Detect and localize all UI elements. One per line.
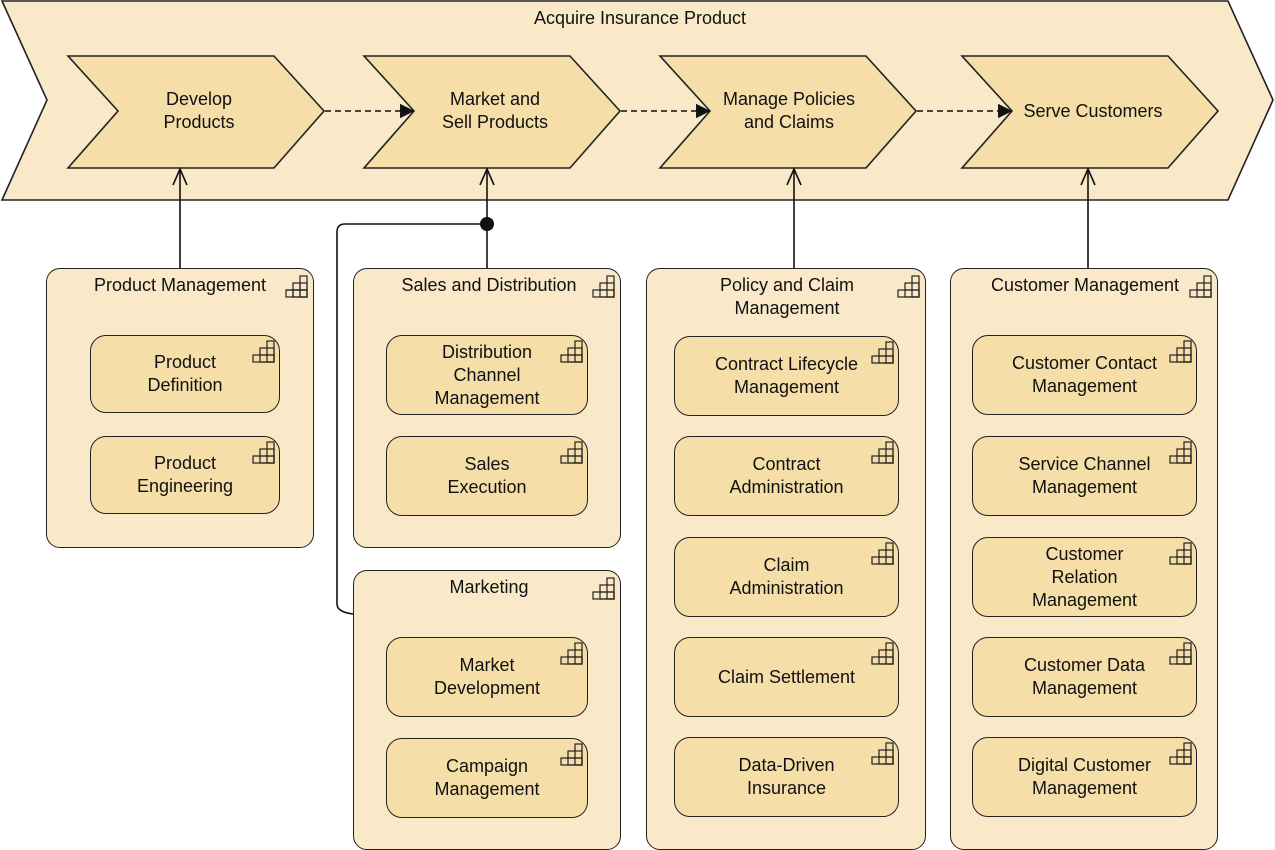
capability-icon xyxy=(871,642,894,665)
stage-label: Manage Policies and Claims xyxy=(722,89,856,132)
group-product-management[interactable]: Product Management Product Definition Pr… xyxy=(46,268,314,548)
capability-icon xyxy=(1169,441,1192,464)
capability-label: Campaign Management xyxy=(434,756,540,799)
capability-icon xyxy=(252,441,275,464)
capability-icon xyxy=(252,340,275,363)
capability-icon xyxy=(1169,742,1192,765)
capability-box[interactable]: Distribution Channel Management xyxy=(386,335,588,415)
capability-box[interactable]: Contract Lifecycle Management xyxy=(674,336,899,416)
capability-icon xyxy=(897,275,920,298)
group-policy-and-claim-management[interactable]: Policy and Claim Management Contract Lif… xyxy=(646,268,926,850)
capability-icon xyxy=(560,340,583,363)
capability-icon xyxy=(871,542,894,565)
capability-box[interactable]: Customer Relation Management xyxy=(972,537,1197,617)
capability-icon xyxy=(560,743,583,766)
capability-box[interactable]: Contract Administration xyxy=(674,436,899,516)
capability-box[interactable]: Market Development xyxy=(386,637,588,717)
capability-label: Product Engineering xyxy=(136,453,234,496)
group-title: Customer Management xyxy=(990,275,1180,295)
capability-label: Customer Data Management xyxy=(1023,655,1146,698)
capability-label: Digital Customer Management xyxy=(1017,755,1152,798)
group-title: Policy and Claim Management xyxy=(719,275,855,318)
stage-label: Market and Sell Products xyxy=(441,89,549,132)
capability-label: Product Definition xyxy=(147,352,223,395)
capability-box[interactable]: Product Definition xyxy=(90,335,280,413)
capability-icon xyxy=(871,742,894,765)
group-marketing[interactable]: Marketing Market Development Campaign Ma… xyxy=(353,570,621,850)
capability-icon xyxy=(592,275,615,298)
capability-icon xyxy=(1169,642,1192,665)
capability-label: Contract Administration xyxy=(729,454,844,497)
capability-icon xyxy=(1189,275,1212,298)
capability-box[interactable]: Service Channel Management xyxy=(972,436,1197,516)
capability-label: Customer Relation Management xyxy=(1031,543,1138,610)
capability-label: Service Channel Management xyxy=(1018,454,1151,497)
stage-label: Serve Customers xyxy=(1023,100,1163,121)
capability-icon xyxy=(560,642,583,665)
capability-label: Claim Settlement xyxy=(717,666,856,687)
capability-icon xyxy=(592,577,615,600)
group-title: Product Management xyxy=(93,275,267,295)
capability-box[interactable]: Customer Data Management xyxy=(972,637,1197,717)
group-sales-and-distribution[interactable]: Sales and Distribution Distribution Chan… xyxy=(353,268,621,548)
group-title: Marketing xyxy=(449,577,529,597)
capability-icon xyxy=(560,441,583,464)
value-stream-title: Acquire Insurance Product xyxy=(533,7,747,28)
group-title: Sales and Distribution xyxy=(401,275,577,295)
capability-box[interactable]: Sales Execution xyxy=(386,436,588,516)
capability-box[interactable]: Product Engineering xyxy=(90,436,280,514)
capability-label: Claim Administration xyxy=(729,555,844,598)
capability-box[interactable]: Digital Customer Management xyxy=(972,737,1197,817)
capability-box[interactable]: Data-Driven Insurance xyxy=(674,737,899,817)
stage-label: Develop Products xyxy=(163,89,235,132)
capability-icon xyxy=(285,275,308,298)
capability-box[interactable]: Claim Administration xyxy=(674,537,899,617)
group-customer-management[interactable]: Customer Management Customer Contact Man… xyxy=(950,268,1218,850)
capability-label: Market Development xyxy=(433,655,541,698)
capability-label: Contract Lifecycle Management xyxy=(714,354,859,397)
capability-box[interactable]: Campaign Management xyxy=(386,738,588,818)
capability-icon xyxy=(871,441,894,464)
capability-icon xyxy=(1169,542,1192,565)
capability-icon xyxy=(1169,340,1192,363)
capability-label: Customer Contact Management xyxy=(1011,353,1158,396)
capability-box[interactable]: Customer Contact Management xyxy=(972,335,1197,415)
capability-label: Distribution Channel Management xyxy=(434,341,540,408)
capability-label: Sales Execution xyxy=(447,454,527,497)
junction-dot xyxy=(480,217,494,231)
capability-icon xyxy=(871,341,894,364)
capability-box[interactable]: Claim Settlement xyxy=(674,637,899,717)
capability-label: Data-Driven Insurance xyxy=(738,755,835,798)
